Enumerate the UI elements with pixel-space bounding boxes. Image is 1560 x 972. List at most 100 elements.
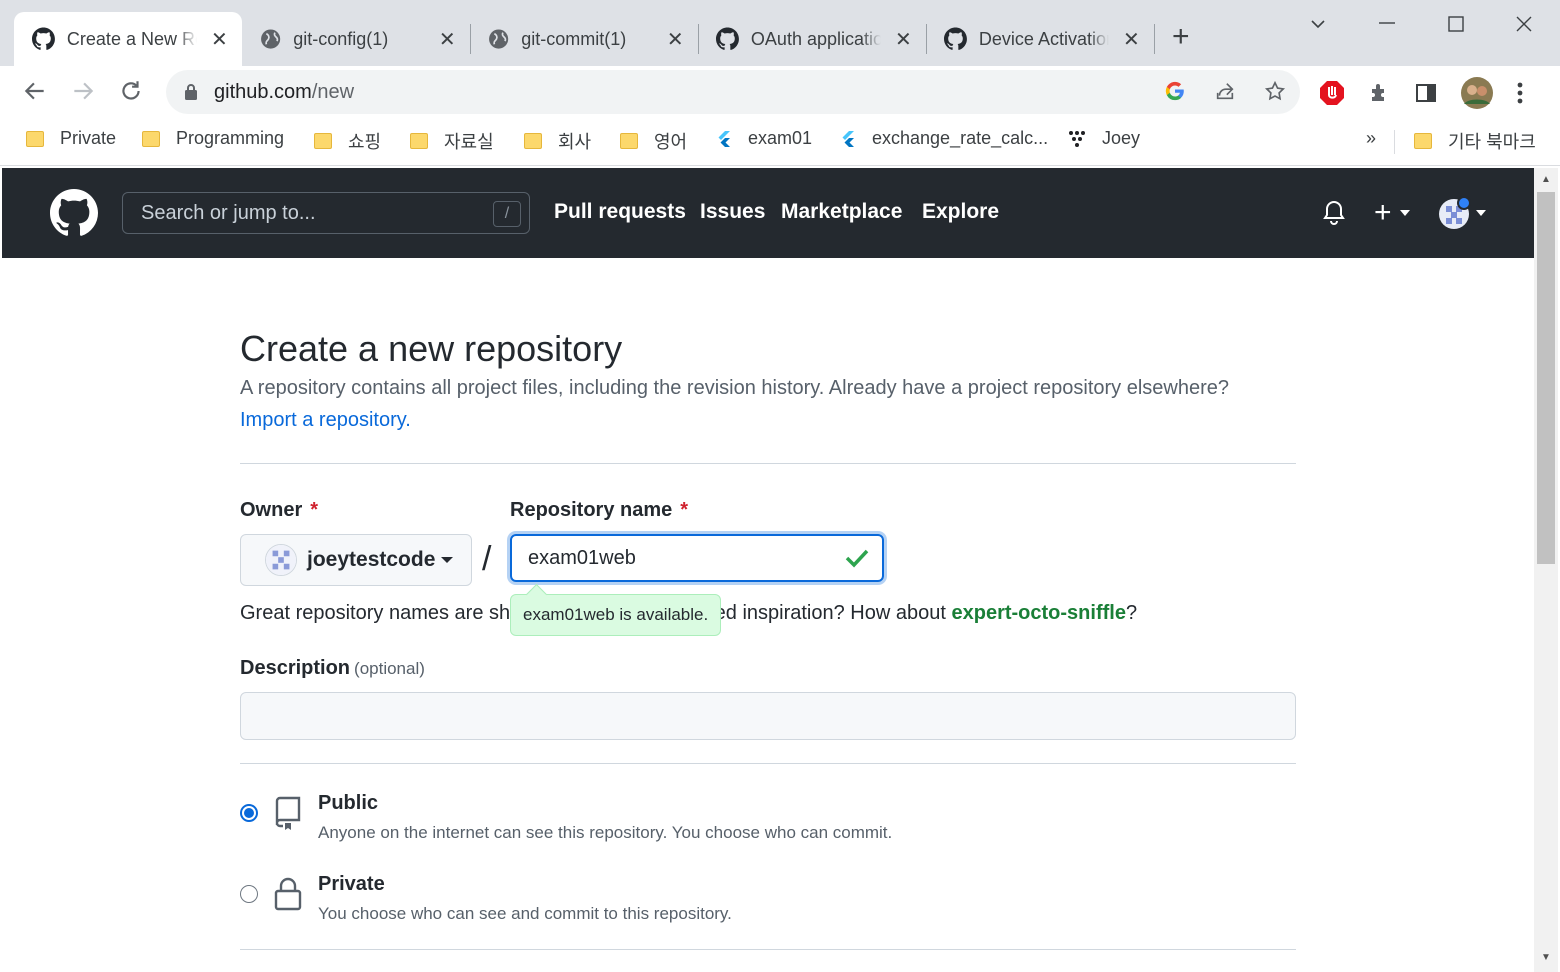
flutter-icon — [718, 130, 730, 147]
suggested-name-link[interactable]: expert-octo-sniffle — [951, 602, 1125, 624]
user-menu[interactable] — [1438, 196, 1486, 230]
close-icon[interactable]: ✕ — [667, 27, 684, 52]
bookmark-exchange-rate[interactable]: exchange_rate_calc... — [840, 128, 1048, 149]
bookmark-divider — [1394, 130, 1395, 154]
bookmark-label: 기타 북마크 — [1448, 132, 1536, 152]
bookmark-joey[interactable]: Joey — [1068, 128, 1140, 149]
close-icon[interactable]: ✕ — [211, 27, 228, 52]
bookmark-label: Joey — [1102, 128, 1141, 148]
close-icon[interactable]: ✕ — [895, 27, 912, 52]
check-icon — [845, 549, 869, 568]
visibility-public-option[interactable]: Public Anyone on the internet can see th… — [240, 792, 892, 843]
bookmark-programming[interactable]: Programming — [142, 128, 284, 149]
github-header: / Pull requests Issues Marketplace Explo… — [2, 168, 1534, 258]
search-input[interactable] — [141, 201, 461, 225]
forward-icon[interactable] — [70, 78, 96, 104]
import-repository-link[interactable]: Import a repository. — [240, 409, 411, 432]
bookmark-label: 자료실 — [444, 132, 494, 152]
star-icon[interactable] — [1264, 80, 1286, 102]
hint-suffix: ? — [1125, 602, 1138, 624]
nav-issues[interactable]: Issues — [700, 200, 765, 224]
repository-name-field[interactable] — [510, 534, 884, 582]
new-tab-button[interactable]: + — [1172, 22, 1190, 52]
tab-title: Device Activation — [978, 28, 1109, 49]
bookmark-label: Programming — [176, 128, 285, 148]
tab-oauth-applications[interactable]: OAuth applications ✕ — [698, 12, 926, 66]
repo-name-label-text: Repository name — [510, 499, 673, 521]
close-icon[interactable]: ✕ — [439, 27, 456, 52]
folder-icon — [410, 133, 428, 149]
owner-select[interactable]: joeytestcode — [240, 534, 472, 586]
nav-explore[interactable]: Explore — [922, 200, 999, 224]
github-icon — [32, 27, 55, 50]
lock-icon[interactable] — [184, 83, 198, 101]
tab-title: git-config(1) — [293, 28, 389, 49]
back-icon[interactable] — [22, 78, 48, 104]
profile-avatar[interactable] — [1460, 76, 1494, 110]
adblock-icon[interactable] — [1318, 79, 1346, 107]
owner-label-text: Owner — [240, 499, 303, 521]
url-text[interactable]: github.com/new — [214, 81, 354, 104]
scroll-down-icon[interactable]: ▼ — [1541, 952, 1551, 963]
address-bar[interactable]: github.com/new — [166, 70, 1300, 114]
repository-name-input[interactable] — [528, 546, 828, 570]
bookmark-exam01[interactable]: exam01 — [716, 128, 812, 149]
tab-divider — [1154, 24, 1155, 54]
bookmark-other[interactable]: 기타 북마크 — [1414, 128, 1536, 154]
owner-label: Owner * — [240, 499, 318, 522]
availability-tooltip: exam01web is available. — [510, 594, 722, 636]
page-subtitle: A repository contains all project files,… — [240, 377, 1230, 399]
bookmark-library[interactable]: 자료실 — [410, 128, 494, 154]
tab-device-activation[interactable]: Device Activation ✕ — [926, 12, 1154, 66]
chrome-menu-icon[interactable] — [1516, 81, 1524, 105]
repo-icon — [275, 796, 301, 830]
bookmark-english[interactable]: 영어 — [620, 128, 687, 154]
bookmarks-bar: Private Programming 쇼핑 자료실 회사 영어 exam01 … — [0, 118, 1560, 166]
plus-icon: + — [1374, 196, 1392, 229]
github-logo-icon[interactable] — [50, 189, 98, 237]
bookmark-company[interactable]: 회사 — [524, 128, 591, 154]
bookmarks-overflow-button[interactable]: » — [1366, 128, 1376, 149]
extensions-puzzle-icon[interactable] — [1368, 81, 1392, 105]
repo-name-label: Repository name * — [510, 499, 688, 522]
share-icon[interactable] — [1214, 80, 1236, 102]
bookmark-shopping[interactable]: 쇼핑 — [314, 128, 381, 154]
bookmark-label: 회사 — [558, 132, 592, 152]
nav-marketplace[interactable]: Marketplace — [781, 200, 902, 224]
side-panel-icon[interactable] — [1414, 81, 1438, 105]
bookmark-private[interactable]: Private — [26, 128, 116, 149]
create-new-dropdown[interactable]: + — [1374, 198, 1410, 228]
tab-git-config[interactable]: git-config(1) ✕ — [242, 12, 470, 66]
visibility-private-option[interactable]: Private You choose who can see and commi… — [240, 873, 732, 924]
tab-git-commit[interactable]: git-commit(1) ✕ — [470, 12, 698, 66]
folder-icon — [524, 133, 542, 149]
owner-name: joeytestcode — [307, 548, 436, 571]
google-icon[interactable] — [1164, 80, 1186, 102]
reload-icon[interactable] — [118, 78, 144, 104]
github-search[interactable]: / — [122, 192, 530, 234]
dots-icon — [1069, 130, 1085, 147]
public-title: Public — [318, 792, 379, 814]
maximize-icon[interactable] — [1446, 14, 1466, 34]
tab-search-icon[interactable] — [1308, 14, 1328, 34]
private-description: You choose who can see and commit to thi… — [318, 904, 732, 923]
tab-create-new-repository[interactable]: Create a New Repository ✕ — [14, 12, 242, 66]
window-close-icon[interactable] — [1514, 14, 1534, 34]
tab-title: OAuth applications — [750, 28, 881, 49]
scroll-up-icon[interactable]: ▲ — [1541, 174, 1551, 185]
private-radio[interactable] — [240, 885, 258, 903]
description-label: Description (optional) — [240, 657, 425, 680]
caret-down-icon — [1476, 210, 1486, 216]
page-title: Create a new repository — [240, 328, 623, 369]
close-icon[interactable]: ✕ — [1123, 27, 1140, 52]
page-scrollbar[interactable]: ▲ ▼ — [1534, 168, 1558, 972]
nav-pull-requests[interactable]: Pull requests — [554, 200, 686, 224]
minimize-icon[interactable] — [1376, 14, 1398, 34]
globe-icon — [489, 29, 509, 49]
tab-title: git-commit(1) — [521, 28, 627, 49]
description-input[interactable] — [240, 692, 1296, 740]
bell-icon[interactable] — [1322, 200, 1346, 226]
scroll-thumb[interactable] — [1537, 192, 1555, 564]
public-radio[interactable] — [240, 804, 258, 822]
folder-icon — [26, 130, 44, 147]
